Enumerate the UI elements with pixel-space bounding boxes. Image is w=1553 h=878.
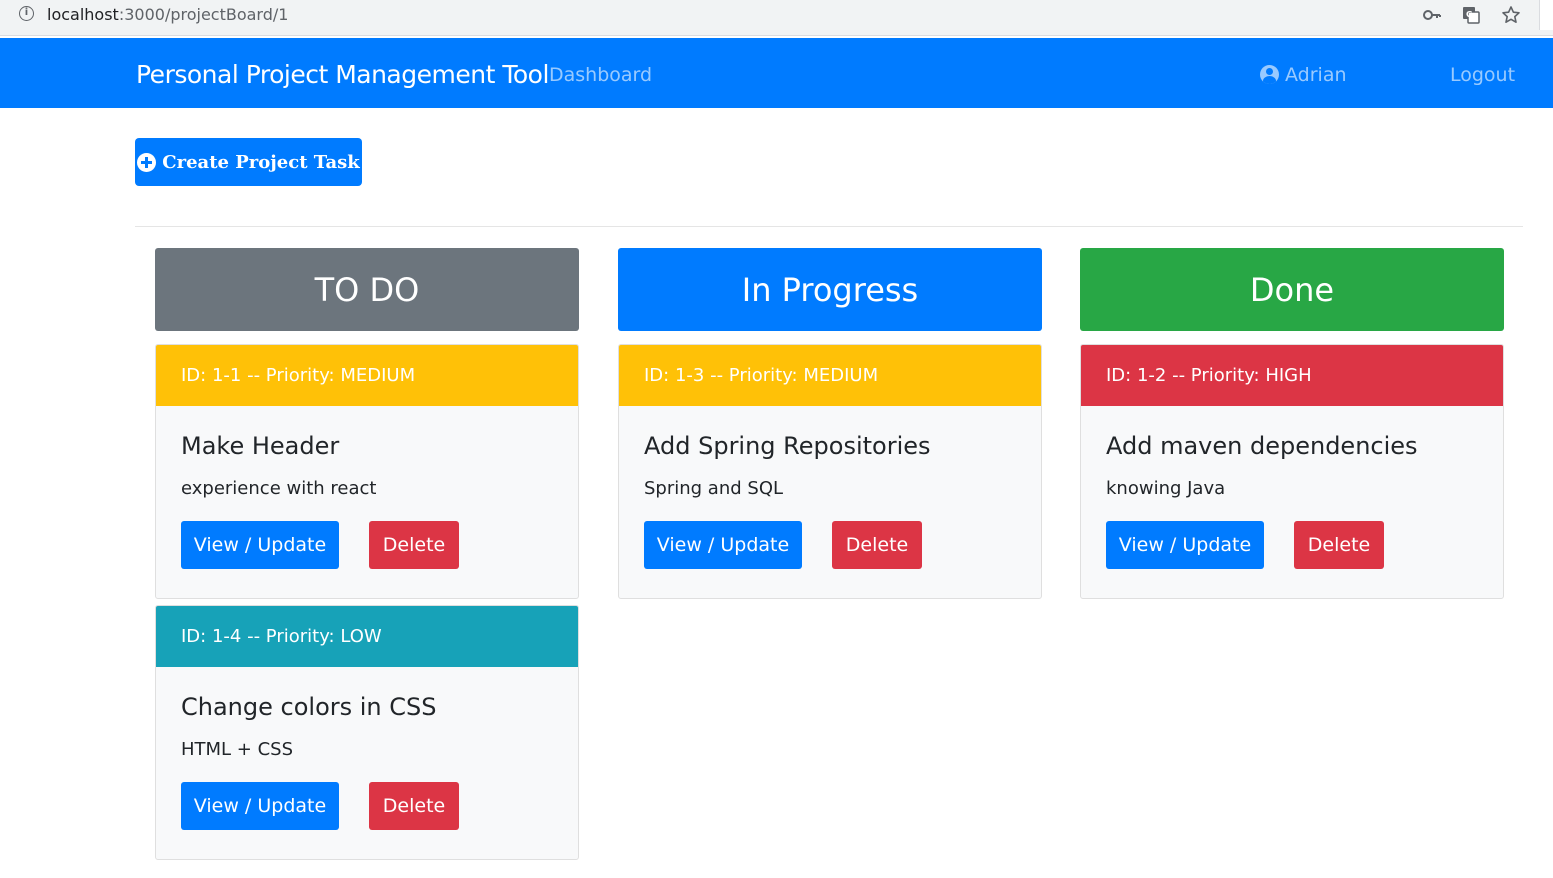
column-todo: TO DO ID: 1-1 -- Priority: MEDIUM Make H… [155,248,579,860]
plus-circle-icon [137,152,157,172]
column-in-progress: In Progress ID: 1-3 -- Priority: MEDIUM … [618,248,1042,599]
navbar: Personal Project Management Tool Dashboa… [0,38,1553,108]
nav-logout-link[interactable]: Logout [1450,64,1515,86]
column-header: In Progress [618,248,1042,331]
bookmark-star-icon[interactable] [1501,5,1521,25]
browser-address-bar: i localhost:3000/projectBoard/1 G [0,0,1553,36]
column-header: TO DO [155,248,579,331]
user-name: Adrian [1285,64,1347,86]
task-description: knowing Java [1106,478,1226,499]
task-card: ID: 1-4 -- Priority: LOW Change colors i… [155,605,579,860]
task-title: Change colors in CSS [181,693,437,721]
info-icon[interactable]: i [19,6,34,21]
task-card: ID: 1-2 -- Priority: HIGH Add maven depe… [1080,344,1504,599]
task-title: Make Header [181,432,340,460]
task-card: ID: 1-1 -- Priority: MEDIUM Make Header … [155,344,579,599]
task-priority-header: ID: 1-3 -- Priority: MEDIUM [619,345,1041,406]
column-done: Done ID: 1-2 -- Priority: HIGH Add maven… [1080,248,1504,599]
task-priority-header: ID: 1-2 -- Priority: HIGH [1081,345,1503,406]
task-description: experience with react [181,478,377,499]
view-update-button[interactable]: View / Update [181,521,339,569]
task-card: ID: 1-3 -- Priority: MEDIUM Add Spring R… [618,344,1042,599]
window-edge [1539,0,1553,30]
nav-user-link[interactable]: Adrian [1260,64,1347,86]
key-icon[interactable] [1422,5,1442,25]
user-circle-icon [1260,65,1279,84]
delete-button[interactable]: Delete [369,782,459,830]
delete-button[interactable]: Delete [832,521,922,569]
column-header: Done [1080,248,1504,331]
translate-icon[interactable]: G [1461,5,1481,25]
task-priority-header: ID: 1-1 -- Priority: MEDIUM [156,345,578,406]
task-title: Add maven dependencies [1106,432,1418,460]
url-text[interactable]: localhost:3000/projectBoard/1 [47,5,288,24]
nav-dashboard-link[interactable]: Dashboard [549,64,652,86]
view-update-button[interactable]: View / Update [644,521,802,569]
task-priority-header: ID: 1-4 -- Priority: LOW [156,606,578,667]
view-update-button[interactable]: View / Update [1106,521,1264,569]
divider [135,226,1523,227]
view-update-button[interactable]: View / Update [181,782,339,830]
create-button-label: Create Project Task [162,151,360,173]
create-project-task-button[interactable]: Create Project Task [135,138,362,186]
svg-text:G: G [1466,10,1473,19]
url-box[interactable]: i localhost:3000/projectBoard/1 G [0,0,1535,30]
task-title: Add Spring Repositories [644,432,931,460]
delete-button[interactable]: Delete [1294,521,1384,569]
brand-link[interactable]: Personal Project Management Tool [136,60,549,89]
task-description: HTML + CSS [181,739,294,760]
delete-button[interactable]: Delete [369,521,459,569]
task-description: Spring and SQL [644,478,784,499]
